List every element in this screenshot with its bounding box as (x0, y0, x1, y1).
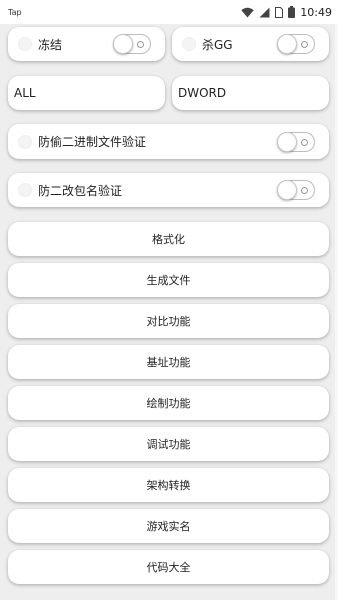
freeze-switch-card[interactable]: 冻结 (8, 27, 165, 61)
sim-icon (275, 6, 284, 18)
compare-button[interactable]: 对比功能 (8, 304, 329, 338)
range-field[interactable]: ALL (8, 76, 165, 110)
status-app-label: Tap (8, 7, 22, 17)
binary-verify-toggle[interactable] (277, 131, 315, 152)
format-button[interactable]: 格式化 (8, 222, 329, 256)
freeze-label: 冻结 (38, 37, 63, 52)
generate-file-button[interactable]: 生成文件 (8, 263, 329, 297)
status-time: 10:49 (300, 5, 332, 19)
code-collection-button[interactable]: 代码大全 (8, 550, 329, 584)
arch-convert-button[interactable]: 架构转换 (8, 468, 329, 502)
base-address-button[interactable]: 基址功能 (8, 345, 329, 379)
binary-verify-switch-card[interactable]: 防偷二进制文件验证 (8, 124, 329, 159)
radio-dot-icon (18, 134, 32, 149)
type-field[interactable]: DWORD (172, 76, 329, 110)
radio-dot-icon (18, 183, 32, 197)
type-field-value: DWORD (178, 86, 227, 100)
freeze-toggle[interactable] (113, 34, 151, 54)
kill-gg-toggle[interactable] (277, 34, 315, 54)
radio-dot-icon (182, 37, 196, 51)
package-verify-label: 防二改包名验证 (38, 183, 123, 198)
binary-verify-label: 防偷二进制文件验证 (38, 135, 147, 149)
range-field-value: ALL (14, 86, 36, 100)
kill-gg-label: 杀GG (202, 37, 233, 52)
game-realname-button[interactable]: 游戏实名 (8, 509, 329, 543)
battery-icon (288, 6, 296, 18)
debug-button[interactable]: 调试功能 (8, 427, 329, 461)
signal-icon (259, 7, 270, 17)
status-bar: Tap 10:49 (0, 0, 338, 24)
package-verify-switch-card[interactable]: 防二改包名验证 (8, 173, 329, 207)
wifi-icon (241, 7, 254, 17)
radio-dot-icon (18, 37, 32, 51)
draw-button[interactable]: 绘制功能 (8, 386, 329, 420)
kill-gg-switch-card[interactable]: 杀GG (172, 27, 329, 61)
package-verify-toggle[interactable] (277, 180, 315, 200)
